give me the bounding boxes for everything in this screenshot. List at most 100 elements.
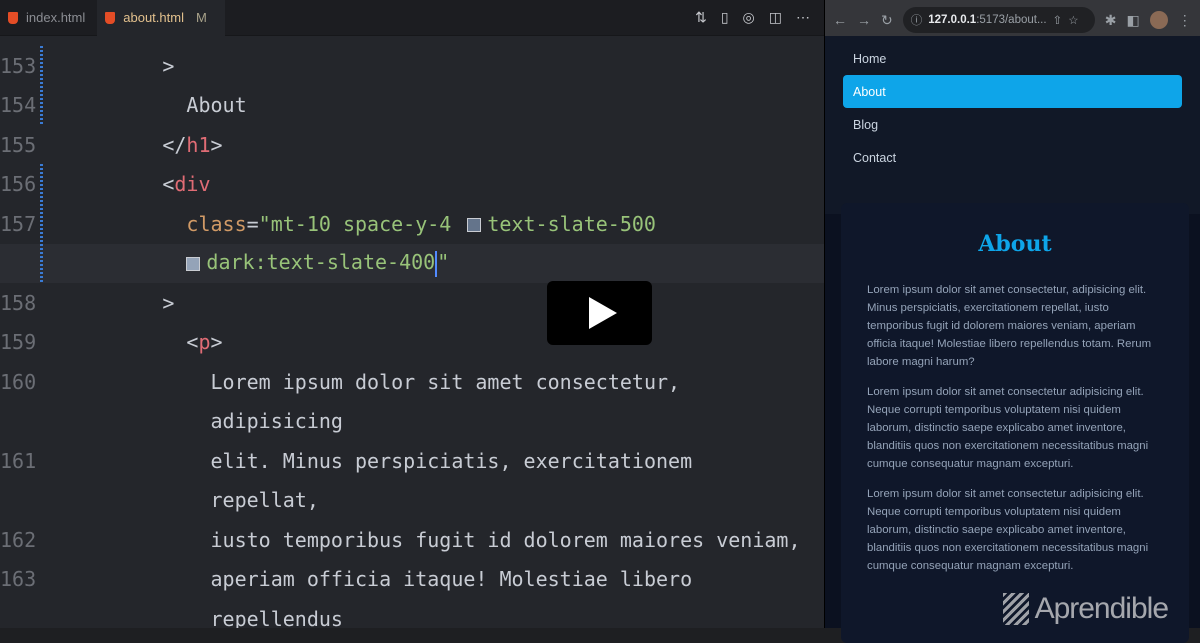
code-text: aperiam officia itaque! Molestiae libero <box>66 567 692 591</box>
open-preview-icon[interactable]: ▯ <box>721 9 729 26</box>
watermark-text: Aprendible <box>1034 592 1169 625</box>
line-number: 155 <box>0 132 37 157</box>
tab-index-html[interactable]: index.html <box>0 0 97 36</box>
url-path: :5173/about... <box>976 14 1047 26</box>
code-token: dark:text-slate-400 <box>206 250 436 274</box>
code-line[interactable]: 157 class="mt-10 space-y-4 text-slate-50… <box>0 204 824 244</box>
line-number: 160 <box>0 369 37 394</box>
more-icon[interactable]: ⋯ <box>796 9 810 26</box>
browser-toolbar: ← → ↻ ⓘ 127.0.0.1:5173/about... ⇧ ☆ ✱ ◧ ⋮ <box>825 0 1200 40</box>
code-token: class <box>66 211 247 236</box>
code-text: </h1> <box>66 132 223 157</box>
code-text: > <box>66 54 174 78</box>
code-token: div <box>174 172 211 197</box>
address-bar[interactable]: ⓘ 127.0.0.1:5173/about... ⇧ ☆ <box>902 7 1095 33</box>
code-line[interactable]: 153 > <box>0 46 824 86</box>
code-text: <p> <box>66 330 223 355</box>
avatar[interactable] <box>1149 11 1168 29</box>
back-icon[interactable]: ← <box>833 12 847 28</box>
code-token: > <box>210 132 223 157</box>
paragraph: Lorem ipsum dolor sit amet consectetur a… <box>867 488 1149 572</box>
code-line[interactable]: dark:text-slate-400 " <box>0 243 824 283</box>
code-text: class="mt-10 space-y-4 text-slate-500 <box>66 212 656 236</box>
code-text: iusto temporibus fugit id dolorem maiore… <box>66 527 801 552</box>
line-number: 157 <box>0 211 37 236</box>
git-change-marker <box>40 46 43 125</box>
code-line[interactable]: adipisicing <box>0 402 824 442</box>
line-number: 158 <box>0 290 37 315</box>
code-token: About <box>66 93 247 118</box>
line-number: 156 <box>0 172 37 197</box>
code-line[interactable]: repellat, <box>0 481 824 521</box>
code-token: iusto temporibus fugit id dolorem maiore… <box>66 527 801 552</box>
nav-link-contact[interactable]: Contact <box>843 141 1182 174</box>
split-editor-icon[interactable]: ◫ <box>769 9 782 26</box>
menu-icon[interactable]: ⋮ <box>1178 12 1192 29</box>
code-token: > <box>210 330 223 355</box>
code-line[interactable]: 162 iusto temporibus fugit id dolorem ma… <box>0 520 824 560</box>
video-play-button[interactable] <box>547 281 652 345</box>
code-token: </ <box>66 132 187 157</box>
paragraph: Lorem ipsum dolor sit amet consectetur a… <box>867 386 1149 470</box>
code-token: > <box>66 290 175 315</box>
aprendible-logo-icon <box>1002 593 1029 625</box>
line-number: 162 <box>0 527 37 552</box>
tab-label: index.html <box>26 10 86 25</box>
git-change-marker <box>40 204 43 283</box>
play-icon <box>588 297 617 329</box>
code-line[interactable]: 160 Lorem ipsum dolor sit amet consectet… <box>0 362 824 402</box>
code-text: dark:text-slate-400 " <box>66 250 449 277</box>
side-panel-icon[interactable]: ◧ <box>1126 12 1139 29</box>
html5-icon <box>105 11 116 24</box>
nav-link-about[interactable]: About <box>843 75 1182 108</box>
bookmark-star-icon[interactable]: ☆ <box>1068 13 1078 27</box>
reload-icon[interactable]: ↻ <box>881 12 893 29</box>
info-icon: ⓘ <box>910 15 923 27</box>
line-number: 154 <box>0 93 37 118</box>
code-token: = <box>246 211 259 236</box>
code-token: adipisicing <box>66 409 343 434</box>
line-number: 161 <box>0 448 37 473</box>
code-line[interactable]: 156 <div <box>0 165 824 205</box>
code-token: " <box>437 250 450 274</box>
code-line[interactable]: 161 elit. Minus perspiciatis, exercitati… <box>0 441 824 481</box>
about-card: About Lorem ipsum dolor sit amet consect… <box>841 203 1189 643</box>
code-token: elit. Minus perspiciatis, exercitationem <box>66 448 693 473</box>
code-line[interactable]: 163 aperiam officia itaque! Molestiae li… <box>0 560 824 600</box>
code-line[interactable]: 154 About <box>0 86 824 126</box>
paragraph: Lorem ipsum dolor sit amet consectetur, … <box>867 284 1152 368</box>
tab-label: about.html <box>123 10 184 25</box>
code-token: repellat, <box>66 488 319 513</box>
code-token: Lorem ipsum dolor sit amet consectetur, <box>66 369 681 394</box>
code-token: h1 <box>186 132 211 157</box>
code-token: p <box>198 330 211 355</box>
aprendible-watermark: Aprendible <box>1002 592 1169 626</box>
code-line[interactable]: 158 > <box>0 283 824 323</box>
color-swatch-icon <box>467 218 482 233</box>
nav-link-blog[interactable]: Blog <box>843 108 1182 141</box>
code-line[interactable]: 159 <p> <box>0 323 824 363</box>
line-number: 163 <box>0 567 37 592</box>
editor-tabs: index.html about.html M ⇅ ▯ ◎ ◫ ⋯ <box>0 0 824 36</box>
html5-icon <box>8 11 18 24</box>
code-token: "mt-10 space-y-4 <box>258 211 464 236</box>
code-line[interactable]: 155 </h1> <box>0 125 824 165</box>
forward-icon[interactable]: → <box>857 12 871 28</box>
code-text: About <box>66 93 247 118</box>
compare-changes-icon[interactable]: ⇅ <box>695 9 707 26</box>
url-host: 127.0.0.1 <box>928 14 977 26</box>
live-server-icon[interactable]: ◎ <box>743 9 755 26</box>
code-text: <div <box>66 172 211 197</box>
share-icon[interactable]: ⇧ <box>1053 13 1063 27</box>
code-line[interactable]: repellendus <box>0 599 824 628</box>
code-text: adipisicing <box>66 409 343 434</box>
site-nav: Home About Blog Contact <box>825 36 1200 214</box>
color-swatch-icon <box>186 256 201 271</box>
tab-about-html[interactable]: about.html M <box>97 0 226 36</box>
nav-link-home[interactable]: Home <box>843 42 1182 75</box>
extensions-icon[interactable]: ✱ <box>1105 12 1117 29</box>
code-area[interactable]: 153 >154 About 155 </h1> 156 <div 157 class… <box>0 46 824 628</box>
code-token: repellendus <box>66 606 343 628</box>
code-text: repellat, <box>66 488 319 513</box>
